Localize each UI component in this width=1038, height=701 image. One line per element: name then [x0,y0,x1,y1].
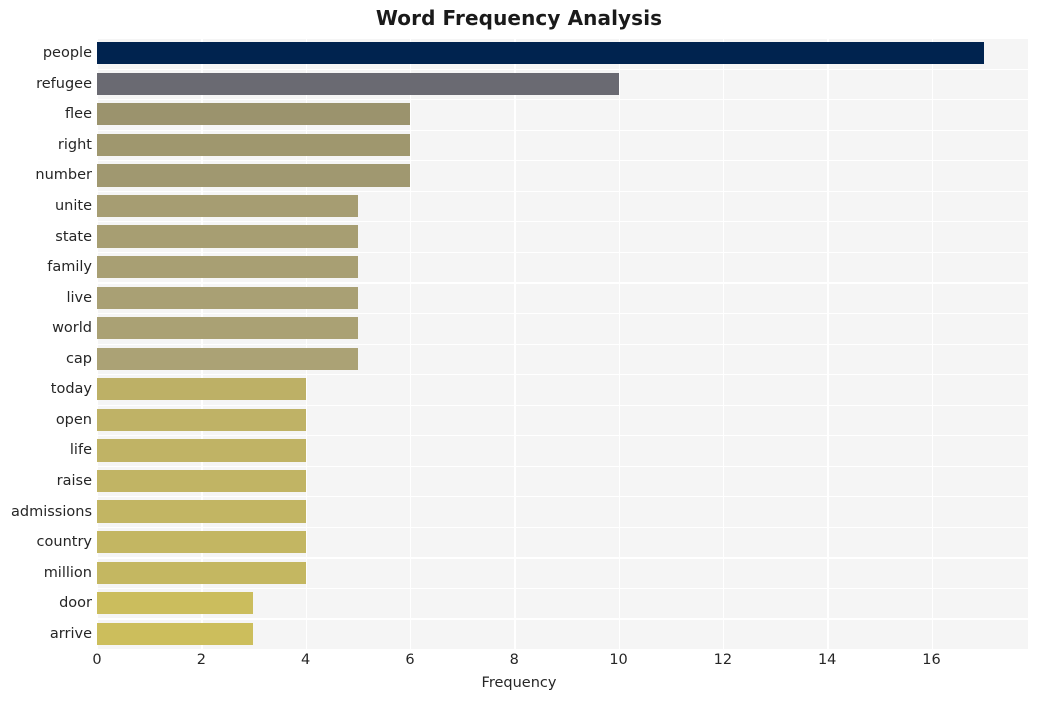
y-axis-tick-label: world [52,320,92,337]
bar [97,317,358,340]
x-axis-tick-label: 12 [713,652,733,668]
bar-row [97,618,1028,649]
y-axis-tick-label: raise [56,472,92,489]
y-axis-tick-label: state [55,228,92,245]
y-axis-tick-label: million [43,564,92,581]
bar-row [97,374,1028,405]
bar-row [97,405,1028,436]
y-axis-tick-label: admissions [11,503,92,520]
bar-row [97,191,1028,222]
bar-row [97,466,1028,497]
bar-row [97,588,1028,619]
bar [97,256,358,279]
bar-row [97,313,1028,344]
bar-row [97,38,1028,69]
y-axis-tick-label: refugee [36,75,92,92]
bar [97,225,358,248]
bar-row [97,130,1028,161]
bar-row [97,527,1028,558]
bar-row [97,160,1028,191]
x-axis-tick-label: 14 [817,652,837,668]
x-axis-tick-label: 8 [509,652,519,668]
x-axis-label: Frequency [481,675,557,691]
x-axis-tick-label: 16 [922,652,941,668]
bar-row [97,252,1028,283]
bar-row [97,221,1028,252]
bar-row [97,69,1028,100]
bar-row [97,496,1028,527]
plot-area [97,38,1028,649]
y-axis-tick-label: cap [65,350,92,367]
bar [97,500,306,523]
x-axis-tick-label: 10 [609,652,628,668]
y-axis-tick-label: family [47,259,92,276]
bar [97,439,306,462]
bar [97,347,358,370]
x-axis-tick-label: 6 [405,652,415,668]
bar [97,103,410,126]
chart-title: Word Frequency Analysis [375,6,663,30]
y-axis-tick-label: people [42,45,92,62]
y-axis-tick-label: door [59,595,92,612]
y-axis-tick-label: unite [54,198,92,215]
y-axis-tick-label: number [35,167,92,184]
bar-row [97,99,1028,130]
bar [97,286,358,309]
bar [97,622,254,645]
bar [97,561,306,584]
bar [97,72,619,95]
bar-row [97,557,1028,588]
x-axis-tick-label: 4 [301,652,311,668]
bar [97,194,358,218]
bar [97,133,410,157]
bar [97,378,306,401]
bar [97,592,254,615]
bar-row [97,344,1028,375]
x-axis-tick-label: 2 [196,652,206,668]
bar-row [97,435,1028,466]
y-axis-tick-label: today [50,381,92,398]
y-axis-tick-label: country [36,534,92,551]
y-axis-tick-label: flee [65,106,92,123]
bar [97,408,306,431]
bar [97,469,306,493]
bar-row [97,282,1028,313]
bar [97,42,984,65]
y-axis-tick-label: life [69,442,92,459]
y-axis-tick-label: open [55,411,92,428]
y-axis-tick-label: arrive [49,625,92,642]
bar [97,164,410,187]
y-axis-tick-label: right [57,136,92,153]
word-frequency-chart: Word Frequency Analysis people refugee fle… [0,0,1038,701]
bar [97,530,306,554]
x-axis-tick-label: 0 [92,652,102,668]
y-axis-tick-label: live [66,289,92,306]
